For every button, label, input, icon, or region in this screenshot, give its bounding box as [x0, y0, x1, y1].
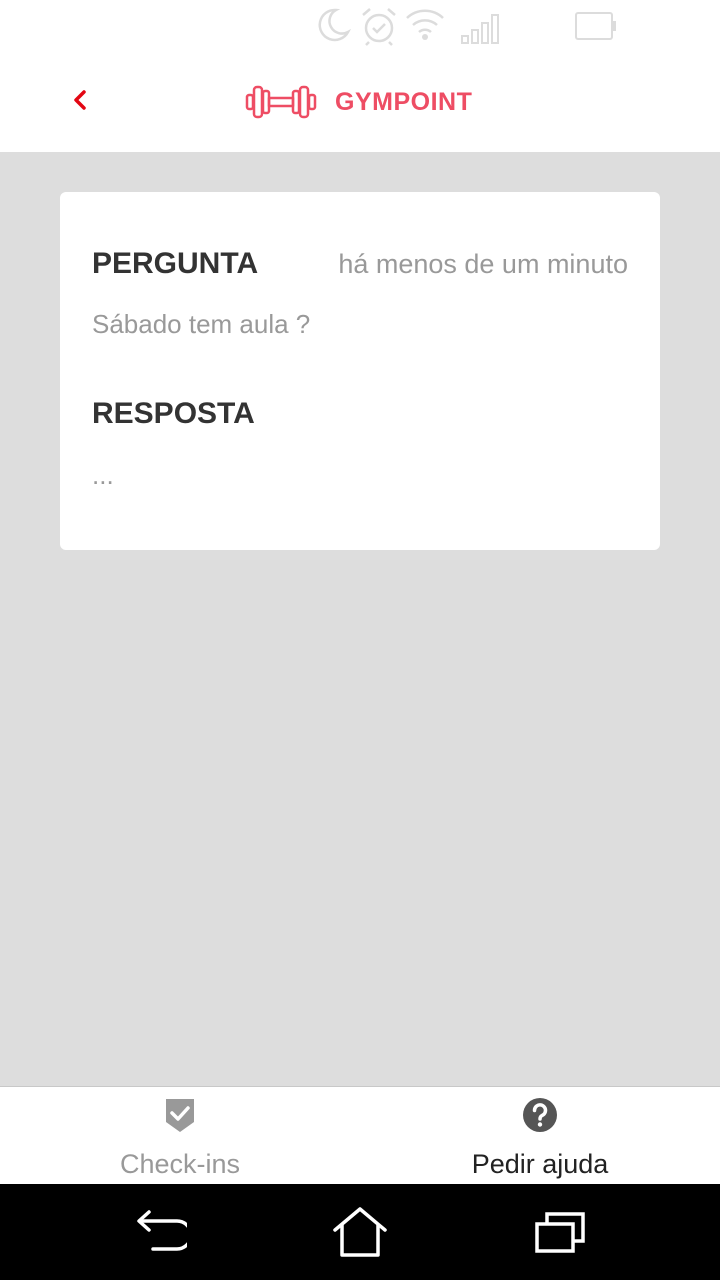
chevron-left-icon [74, 90, 86, 110]
nav-home-button[interactable] [330, 1202, 390, 1262]
help-circle-icon [522, 1095, 558, 1135]
recent-apps-icon [535, 1212, 585, 1253]
question-timestamp: há menos de um minuto [338, 249, 628, 279]
shield-check-icon [162, 1095, 198, 1135]
nav-recent-apps-button[interactable] [530, 1202, 590, 1262]
question-title: PERGUNTA [92, 247, 259, 280]
help-order-card: PERGUNTA há menos de um minuto Sábado te… [60, 192, 660, 550]
app-header: GYMPOINT [0, 52, 720, 152]
status-bar [0, 0, 720, 52]
answer-title: RESPOSTA [92, 397, 255, 430]
dumbbell-icon [245, 85, 317, 119]
tab-checkins[interactable]: Check-ins [0, 1087, 360, 1185]
home-icon [333, 1207, 387, 1257]
alarm-icon [362, 8, 396, 46]
system-nav-bar [0, 1184, 720, 1280]
wifi-icon [406, 9, 444, 40]
app-logo: GYMPOINT [245, 80, 472, 124]
answer-text: ... [92, 460, 114, 490]
signal-icon [461, 14, 499, 44]
bottom-tab-bar: Check-ins Pedir ajuda [0, 1086, 720, 1184]
question-text: Sábado tem aula ? [92, 309, 311, 339]
app-name: GYMPOINT [335, 87, 473, 116]
back-arrow-icon [137, 1210, 187, 1251]
moon-icon [318, 8, 352, 42]
nav-back-button[interactable] [130, 1202, 190, 1262]
tab-help-label: Pedir ajuda [471, 1149, 609, 1179]
tab-help[interactable]: Pedir ajuda [360, 1087, 720, 1185]
main-content: PERGUNTA há menos de um minuto Sábado te… [0, 152, 720, 1086]
back-button[interactable] [62, 82, 98, 118]
tab-checkins-label: Check-ins [119, 1149, 241, 1179]
battery-icon [575, 12, 616, 40]
